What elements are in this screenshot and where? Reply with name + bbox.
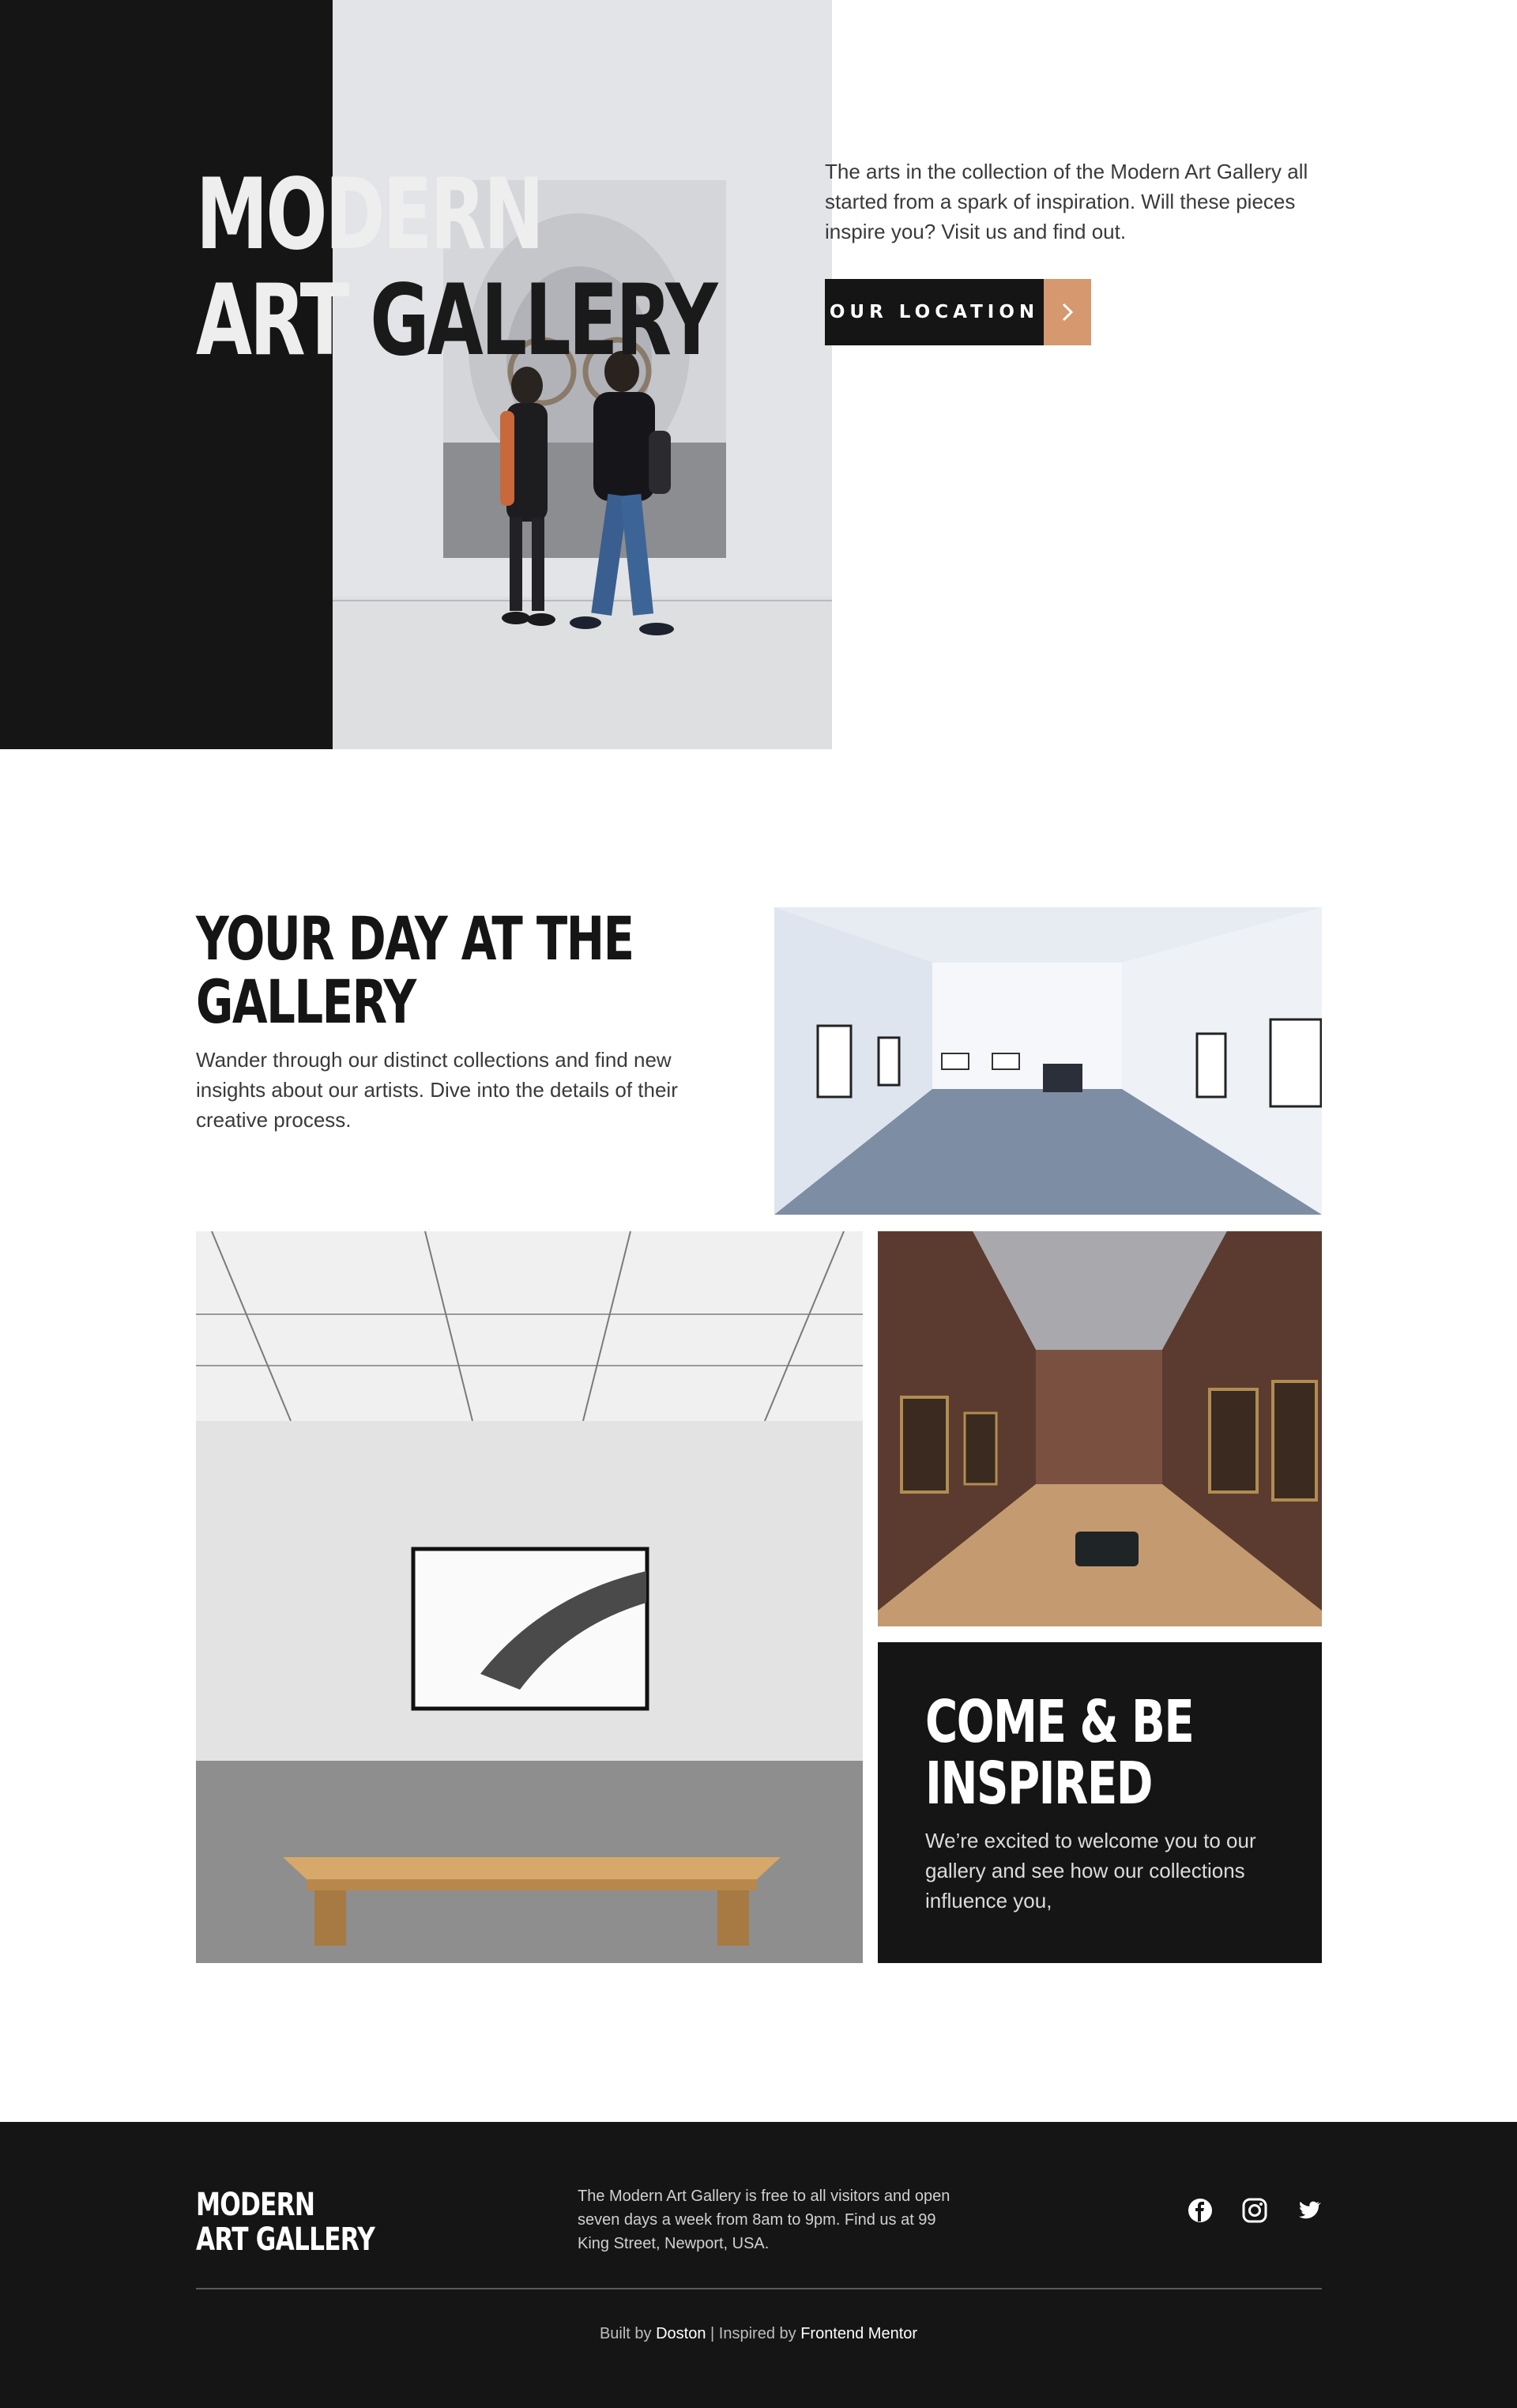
footer-logo-line1: MODERN [196, 2187, 315, 2223]
footer-logo: MODERN ART GALLERY [196, 2188, 375, 2257]
hero-title: MODERN ART GALLERY [196, 158, 718, 374]
credits-author-link[interactable]: Doston [656, 2325, 706, 2342]
gallery-section-text: Wander through our distinct collections … [196, 1048, 678, 1132]
gallery-hall-image [774, 907, 1322, 1215]
footer: MODERN ART GALLERY The Modern Art Galler… [0, 2122, 1517, 2408]
hero-title-line2-b: GALLERY [347, 264, 717, 378]
credits-middle: | Inspired by [706, 2325, 801, 2342]
footer-divider [196, 2288, 1322, 2289]
hero-intro-text: The arts in the collection of the Modern… [825, 160, 1308, 243]
credits-prefix: Built by [599, 2325, 657, 2342]
bench-room-image [196, 1231, 863, 1963]
gallery-title-line2: GALLERY [196, 967, 416, 1037]
twitter-icon[interactable] [1295, 2197, 1322, 2224]
footer-logo-line2: ART GALLERY [196, 2221, 375, 2258]
instagram-icon[interactable] [1241, 2197, 1268, 2224]
facebook-icon[interactable] [1187, 2197, 1214, 2224]
footer-info: The Modern Art Gallery is free to all vi… [578, 2188, 950, 2252]
our-location-button[interactable]: OUR LOCATION [825, 279, 1091, 345]
inspired-title-line2: INSPIRED [925, 1750, 1153, 1818]
classic-gallery-image [878, 1231, 1322, 1626]
footer-credits: Built by Doston | Inspired by Frontend M… [0, 2323, 1517, 2345]
credits-source-link[interactable]: Frontend Mentor [800, 2325, 917, 2342]
inspired-title-line1: COME & BE [925, 1688, 1195, 1756]
chevron-right-icon [1044, 279, 1091, 345]
hero-title-line2-a: ART [196, 264, 349, 378]
hero-title-line1: MODERN [196, 158, 544, 272]
inspired-text: We’re excited to welcome you to our gall… [925, 1829, 1256, 1912]
our-location-label: OUR LOCATION [825, 279, 1044, 345]
gallery-section-title: YOUR DAY AT THE GALLERY [196, 907, 634, 1034]
inspired-card: COME & BE INSPIRED We’re excited to welc… [878, 1642, 1322, 1963]
inspired-title: COME & BE INSPIRED [925, 1688, 1195, 1818]
gallery-title-line1: YOUR DAY AT THE [196, 903, 634, 974]
